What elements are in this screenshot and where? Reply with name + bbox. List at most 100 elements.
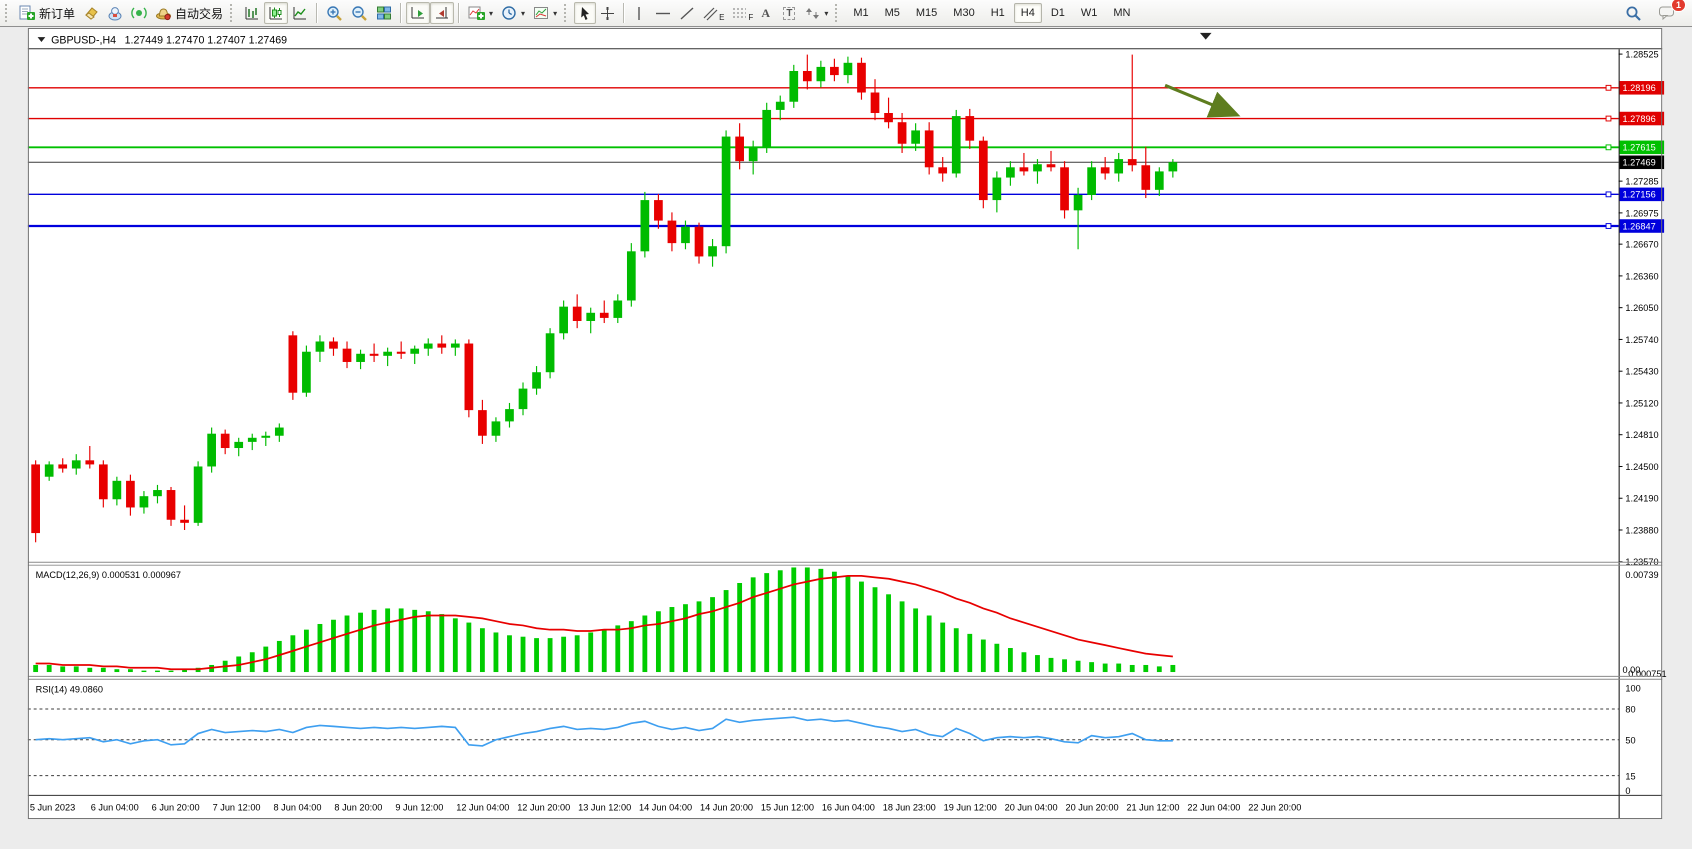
chart-shift-button[interactable]: [430, 2, 454, 24]
macd-bar: [101, 668, 106, 672]
macd-bar: [548, 638, 553, 672]
macd-bar: [873, 587, 878, 672]
candle: [844, 63, 853, 75]
auto-trading-button[interactable]: 自动交易: [151, 2, 227, 24]
search-icon: [1625, 5, 1642, 22]
time-axis-label: 13 Jun 12:00: [578, 802, 631, 812]
candle: [532, 372, 541, 388]
equidistant-channel-tool-button[interactable]: E: [699, 2, 728, 24]
timeframe-button-M30[interactable]: M30: [946, 3, 981, 23]
dropdown-arrow-icon: ▾: [553, 9, 557, 18]
candle: [505, 409, 514, 421]
zoom-in-icon: [326, 5, 343, 22]
candle: [803, 71, 812, 81]
price-badge-label: 1.26847: [1623, 221, 1656, 231]
candle: [275, 428, 284, 436]
crosshair-tool-button[interactable]: [596, 2, 619, 24]
macd-bar: [304, 630, 309, 672]
indicators-button[interactable]: ▾: [464, 2, 497, 24]
timeframe-button-D1[interactable]: D1: [1044, 3, 1072, 23]
signals-button[interactable]: [127, 2, 151, 24]
text-label-tool-button[interactable]: T: [779, 2, 801, 24]
candle: [613, 300, 622, 317]
text-tool-button[interactable]: A: [757, 2, 779, 24]
candle: [410, 349, 419, 354]
price-tick-label: 1.27285: [1625, 177, 1658, 187]
candle: [424, 344, 433, 349]
periods-button[interactable]: ▾: [497, 2, 529, 24]
macd-bar: [1143, 665, 1148, 672]
macd-bar: [87, 668, 92, 672]
timeframe-button-M15[interactable]: M15: [909, 3, 944, 23]
time-axis-label: 14 Jun 20:00: [700, 802, 753, 812]
text-tool-icon: A: [761, 6, 770, 21]
zoom-out-icon: [351, 5, 368, 22]
candlestick-mode-button[interactable]: [264, 2, 288, 24]
timeframe-button-M5[interactable]: M5: [878, 3, 907, 23]
candle: [58, 464, 67, 468]
candle: [329, 341, 338, 348]
time-axis-label: 6 Jun 04:00: [91, 802, 139, 812]
cursor-tool-button[interactable]: [574, 2, 596, 24]
notifications-button[interactable]: 1: [1654, 2, 1680, 24]
mt4-application: 新订单: [0, 0, 1692, 849]
time-axis[interactable]: 5 Jun 20236 Jun 04:006 Jun 20:007 Jun 12…: [30, 802, 1301, 812]
timeframe-button-W1[interactable]: W1: [1074, 3, 1105, 23]
bar-chart-mode-button[interactable]: [240, 2, 264, 24]
auto-scroll-button[interactable]: [406, 2, 430, 24]
macd-bar: [724, 590, 729, 672]
eraser-button[interactable]: [79, 2, 103, 24]
price-tick-label: 1.25740: [1625, 335, 1658, 345]
line-handle[interactable]: [1606, 145, 1611, 150]
line-handle[interactable]: [1606, 192, 1611, 197]
candle: [708, 246, 717, 256]
candle: [194, 466, 203, 522]
timeframe-button-H1[interactable]: H1: [984, 3, 1012, 23]
trendline-tool-button[interactable]: [675, 2, 699, 24]
text-label-icon: T: [783, 7, 795, 20]
zoom-in-button[interactable]: [322, 2, 347, 24]
rsi-axis-label: 80: [1625, 705, 1635, 715]
macd-bar: [318, 624, 323, 672]
macd-bar: [1049, 658, 1054, 672]
profiles-button[interactable]: [103, 2, 127, 24]
candle: [789, 71, 798, 102]
macd-bar: [751, 577, 756, 672]
line-chart-mode-button[interactable]: [288, 2, 312, 24]
price-tick-label: 1.26670: [1625, 240, 1658, 250]
candle: [695, 227, 704, 257]
line-handle[interactable]: [1606, 116, 1611, 121]
time-axis-label: 6 Jun 20:00: [152, 802, 200, 812]
indicators-icon: [468, 5, 485, 21]
auto-trading-icon: [155, 5, 172, 21]
candle: [1155, 171, 1164, 189]
templates-button[interactable]: ▾: [529, 2, 561, 24]
macd-bar: [561, 637, 566, 672]
candle: [99, 464, 108, 499]
timeframe-button-H4[interactable]: H4: [1014, 3, 1042, 23]
new-order-button[interactable]: 新订单: [15, 2, 79, 24]
line-handle[interactable]: [1606, 85, 1611, 90]
timeframe-button-MN[interactable]: MN: [1106, 3, 1137, 23]
macd-bar: [412, 610, 417, 672]
zoom-out-button[interactable]: [347, 2, 372, 24]
candle: [72, 460, 81, 468]
macd-bar: [900, 601, 905, 672]
tile-windows-button[interactable]: [372, 2, 396, 24]
macd-bar: [494, 632, 499, 672]
candle: [817, 67, 826, 81]
macd-bar: [886, 594, 891, 672]
arrows-tool-button[interactable]: ▾: [801, 2, 832, 24]
search-button[interactable]: [1621, 2, 1646, 24]
candle: [234, 442, 243, 448]
candle: [383, 352, 392, 356]
candle: [180, 520, 189, 523]
timeframe-button-M1[interactable]: M1: [846, 3, 875, 23]
macd-bar: [805, 567, 810, 672]
horizontal-line-tool-button[interactable]: [651, 2, 675, 24]
rsi-axis-label: 15: [1625, 771, 1635, 781]
fibonacci-tool-button[interactable]: F: [728, 2, 757, 24]
macd-bar: [1116, 664, 1121, 672]
line-handle[interactable]: [1606, 224, 1611, 229]
vertical-line-tool-button[interactable]: [629, 2, 651, 24]
